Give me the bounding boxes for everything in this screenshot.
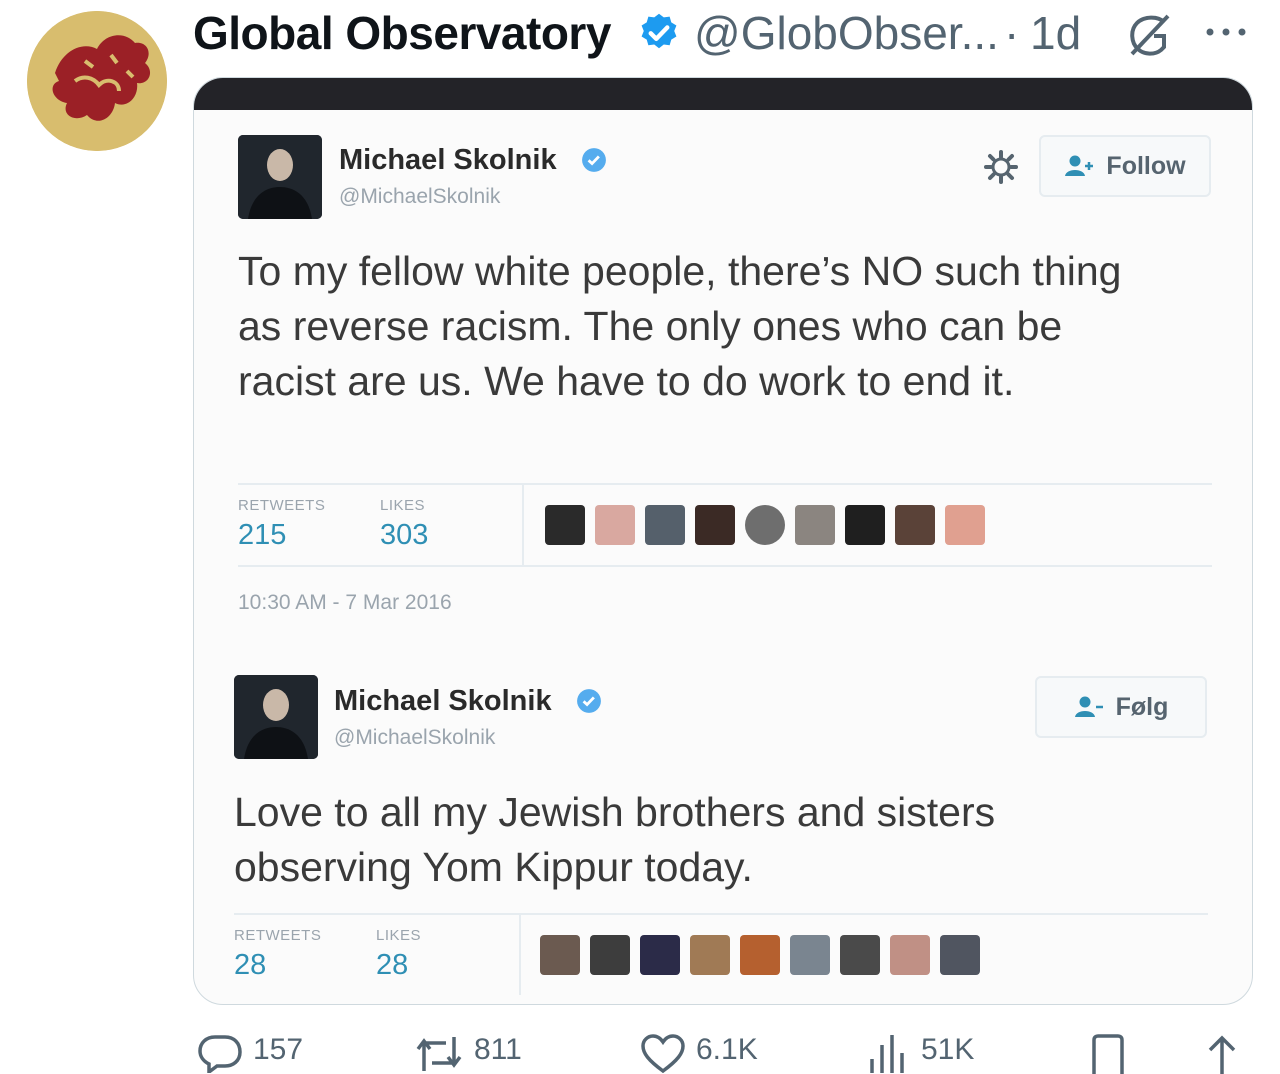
tweet2-retweets-label: RETWEETS [234, 927, 322, 944]
liker-avatar [790, 935, 830, 975]
repost-count: 811 [474, 1033, 522, 1066]
tweet2-divider-vertical [519, 915, 521, 995]
tweet2-likes-label: LIKES [376, 927, 422, 944]
liker-avatar [745, 505, 785, 545]
tweet2-follow-button: Følg [1035, 676, 1207, 738]
tweet1-likers [545, 505, 985, 545]
reply-button[interactable]: 157 [197, 1033, 303, 1073]
liker-avatar [840, 935, 880, 975]
liker-avatar [895, 505, 935, 545]
tweet2-handle: @MichaelSkolnik [334, 726, 496, 749]
follow-user-icon [1065, 155, 1094, 176]
tweet1-timestamp: 10:30 AM - 7 Mar 2016 [238, 591, 452, 614]
reply-icon [198, 1035, 242, 1073]
separator-dot: · [1004, 7, 1020, 59]
reply-count: 157 [253, 1033, 304, 1066]
liker-avatar [845, 505, 885, 545]
tweet1-follow-button: Follow [1039, 135, 1211, 197]
tweet2-follow-label: Følg [1115, 692, 1169, 721]
tweet2-divider-top [234, 913, 1208, 915]
liker-avatar [945, 505, 985, 545]
author-handle[interactable]: @GlobObser... [694, 5, 999, 61]
tweet1-likes-label: LIKES [380, 497, 426, 514]
liker-avatar [740, 935, 780, 975]
like-button[interactable]: 6.1K [640, 1033, 758, 1073]
tweet1-divider-top [238, 483, 1212, 485]
tweet1-divider-vertical [522, 485, 524, 565]
lion-emblem-icon [27, 11, 167, 151]
verified-icon [641, 13, 677, 49]
liker-avatar [695, 505, 735, 545]
tweet2-verified-icon [577, 689, 601, 713]
liker-avatar [640, 935, 680, 975]
views-button[interactable]: 51K [865, 1033, 974, 1073]
post-time[interactable]: 1d [1030, 5, 1081, 61]
tweet1-retweets-label: RETWEETS [238, 497, 326, 514]
liker-avatar [545, 505, 585, 545]
author-name[interactable]: Global Observatory [193, 5, 611, 61]
tweet2-name: Michael Skolnik [334, 685, 552, 717]
tweet2-retweets-count: 28 [234, 949, 267, 981]
tweet2-likes-count: 28 [376, 949, 409, 981]
more-icon[interactable] [1203, 22, 1249, 42]
liker-avatar [540, 935, 580, 975]
tweet1-follow-label: Follow [1106, 151, 1186, 180]
like-count: 6.1K [696, 1033, 758, 1066]
tweet1-divider-bottom [238, 565, 1212, 567]
follow-user-icon [1074, 696, 1103, 717]
grok-icon[interactable] [1124, 10, 1174, 60]
tweet1-avatar [238, 135, 322, 219]
tweet1-likes-count: 303 [380, 519, 429, 551]
liker-avatar [795, 505, 835, 545]
liker-avatar [595, 505, 635, 545]
tweet2-avatar [234, 675, 318, 759]
liker-avatar [645, 505, 685, 545]
tweet1-name: Michael Skolnik [339, 144, 557, 176]
tweet1-handle: @MichaelSkolnik [339, 185, 501, 208]
liker-avatar [690, 935, 730, 975]
image-top-bar [194, 78, 1252, 110]
tweet2-likers [540, 935, 980, 975]
tweet1-text: To my fellow white people, there’s NO su… [238, 248, 1122, 404]
like-icon [641, 1034, 685, 1073]
tweet1-retweets-count: 215 [238, 519, 287, 551]
gear-icon [984, 150, 1018, 184]
liker-avatar [940, 935, 980, 975]
views-count: 51K [921, 1033, 975, 1066]
views-icon [870, 1035, 904, 1073]
tweet2-text: Love to all my Jewish brothers and siste… [234, 789, 996, 890]
share-icon[interactable] [1202, 1034, 1242, 1074]
bookmark-icon[interactable] [1088, 1034, 1128, 1074]
author-avatar[interactable] [27, 11, 167, 151]
embedded-image[interactable]: Michael Skolnik @MichaelSkolnik Follow T… [193, 77, 1253, 1005]
liker-avatar [890, 935, 930, 975]
repost-button[interactable]: 811 [414, 1033, 522, 1073]
liker-avatar [590, 935, 630, 975]
repost-icon [416, 1037, 462, 1071]
tweet1-verified-icon [582, 148, 606, 172]
